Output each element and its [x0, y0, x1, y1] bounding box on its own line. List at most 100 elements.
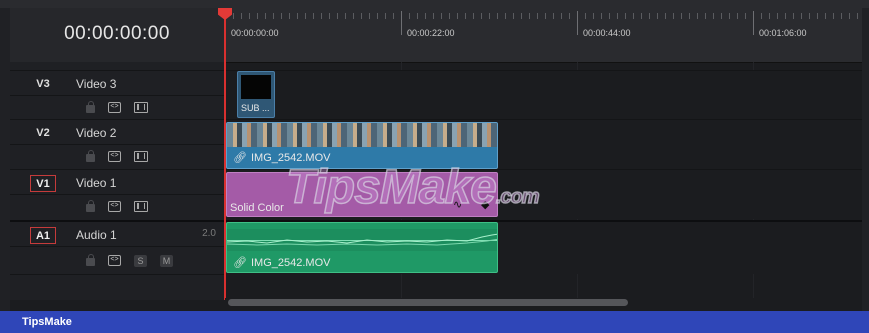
ruler-minor-tick — [553, 13, 554, 19]
track-id-v2[interactable]: V2 — [30, 125, 56, 142]
panel-right-edge — [862, 8, 869, 311]
ruler-minor-tick — [305, 13, 306, 19]
ruler-minor-tick — [329, 13, 330, 19]
track-controls-v1: <> — [10, 194, 224, 219]
ruler-minor-tick — [449, 13, 450, 19]
ruler-minor-tick — [313, 13, 314, 19]
ruler-minor-tick — [297, 13, 298, 19]
track-header-v1[interactable]: V1 Video 1 — [10, 169, 224, 194]
lock-icon[interactable] — [86, 150, 95, 162]
auto-select-icon[interactable]: <> — [108, 255, 121, 266]
ruler-minor-tick — [473, 13, 474, 19]
ruler-minor-tick — [545, 13, 546, 19]
ruler-minor-tick — [465, 13, 466, 19]
timecode-display[interactable]: 00:00:00:00 — [10, 8, 224, 63]
track-name-a1[interactable]: Audio 1 — [76, 228, 117, 242]
audio-waveform — [227, 229, 497, 251]
ruler-minor-tick — [857, 13, 858, 19]
solo-button[interactable]: S — [134, 255, 147, 267]
ruler-minor-tick — [817, 13, 818, 19]
ruler-minor-tick — [585, 13, 586, 19]
auto-select-icon[interactable]: <> — [108, 201, 121, 212]
ruler-minor-tick — [601, 13, 602, 19]
ruler-minor-tick — [377, 13, 378, 19]
ruler-minor-tick — [441, 13, 442, 19]
ruler-minor-tick — [657, 13, 658, 19]
ruler-minor-tick — [265, 13, 266, 19]
ruler-minor-tick — [273, 13, 274, 19]
track-id-v1[interactable]: V1 — [30, 175, 56, 192]
ruler-minor-tick — [569, 13, 570, 19]
ruler-minor-tick — [617, 13, 618, 19]
panel-top-bar — [0, 0, 869, 8]
horizontal-scrollbar-thumb[interactable] — [228, 299, 628, 306]
lock-icon[interactable] — [86, 101, 95, 113]
ruler-minor-tick — [833, 13, 834, 19]
mute-button[interactable]: M — [160, 255, 173, 267]
time-ruler[interactable]: 00:00:00:00 00:00:22:00 00:00:44:00 00:0… — [225, 8, 862, 63]
audio-clip[interactable]: 🔗︎ IMG_2542.MOV — [226, 222, 498, 273]
ruler-minor-tick — [809, 13, 810, 19]
ruler-minor-tick — [849, 13, 850, 19]
ruler-minor-tick — [529, 13, 530, 19]
ruler-minor-tick — [697, 13, 698, 19]
track-name-v2[interactable]: Video 2 — [76, 126, 116, 140]
ruler-label: 00:01:06:00 — [759, 28, 807, 38]
track-header-v2[interactable]: V2 Video 2 — [10, 119, 224, 144]
ruler-minor-tick — [481, 13, 482, 19]
ruler-minor-tick — [409, 13, 410, 19]
ruler-minor-tick — [369, 13, 370, 19]
ruler-minor-tick — [673, 13, 674, 19]
ruler-minor-tick — [353, 13, 354, 19]
track-id-a1[interactable]: A1 — [30, 227, 56, 244]
film-icon[interactable] — [134, 201, 148, 212]
auto-select-icon[interactable]: <> — [108, 102, 121, 113]
ruler-minor-tick — [425, 13, 426, 19]
track-controls-v2: <> — [10, 144, 224, 169]
track-name-v3[interactable]: Video 3 — [76, 77, 116, 91]
ruler-minor-tick — [433, 13, 434, 19]
film-icon[interactable] — [134, 151, 148, 162]
lock-icon[interactable] — [86, 200, 95, 212]
link-icon: 🔗︎ — [233, 257, 247, 269]
ruler-minor-tick — [361, 13, 362, 19]
track-controls-v3: <> — [10, 95, 224, 119]
ruler-minor-tick — [521, 13, 522, 19]
solid-clip-label: Solid Color — [230, 202, 284, 214]
ruler-minor-tick — [793, 13, 794, 19]
track-header-v3[interactable]: V3 Video 3 — [10, 70, 224, 95]
ruler-minor-tick — [561, 13, 562, 19]
ruler-minor-tick — [241, 13, 242, 19]
subtitle-clip[interactable]: SUB ... — [237, 71, 275, 118]
ruler-minor-tick — [249, 13, 250, 19]
track-id-v3[interactable]: V3 — [30, 76, 56, 93]
ruler-minor-tick — [625, 13, 626, 19]
ruler-minor-tick — [489, 13, 490, 19]
auto-select-icon[interactable]: <> — [108, 151, 121, 162]
ruler-minor-tick — [385, 13, 386, 19]
ruler-minor-tick — [729, 13, 730, 19]
panel-left-edge — [0, 8, 10, 311]
timecode-value: 00:00:00:00 — [64, 23, 170, 44]
ruler-minor-tick — [513, 13, 514, 19]
link-icon: 🔗︎ — [233, 152, 247, 164]
lock-icon[interactable] — [86, 254, 95, 266]
ruler-minor-tick — [737, 13, 738, 19]
footer-brand: TipsMake — [22, 316, 72, 328]
track-empty-row — [10, 274, 224, 300]
ruler-minor-tick — [593, 13, 594, 19]
track-volume-a1: 2.0 — [202, 228, 216, 239]
track-name-v1[interactable]: Video 1 — [76, 176, 116, 190]
ruler-minor-tick — [321, 13, 322, 19]
ruler-minor-tick — [713, 13, 714, 19]
ruler-minor-tick — [417, 13, 418, 19]
ruler-minor-tick — [769, 13, 770, 19]
film-icon[interactable] — [134, 102, 148, 113]
lane-v3[interactable] — [225, 70, 862, 119]
ruler-minor-tick — [505, 13, 506, 19]
playhead-line[interactable] — [224, 14, 226, 300]
ruler-minor-tick — [537, 13, 538, 19]
ruler-minor-tick — [825, 13, 826, 19]
track-header-a1[interactable]: A1 Audio 1 2.0 — [10, 220, 224, 246]
ruler-minor-tick — [665, 13, 666, 19]
